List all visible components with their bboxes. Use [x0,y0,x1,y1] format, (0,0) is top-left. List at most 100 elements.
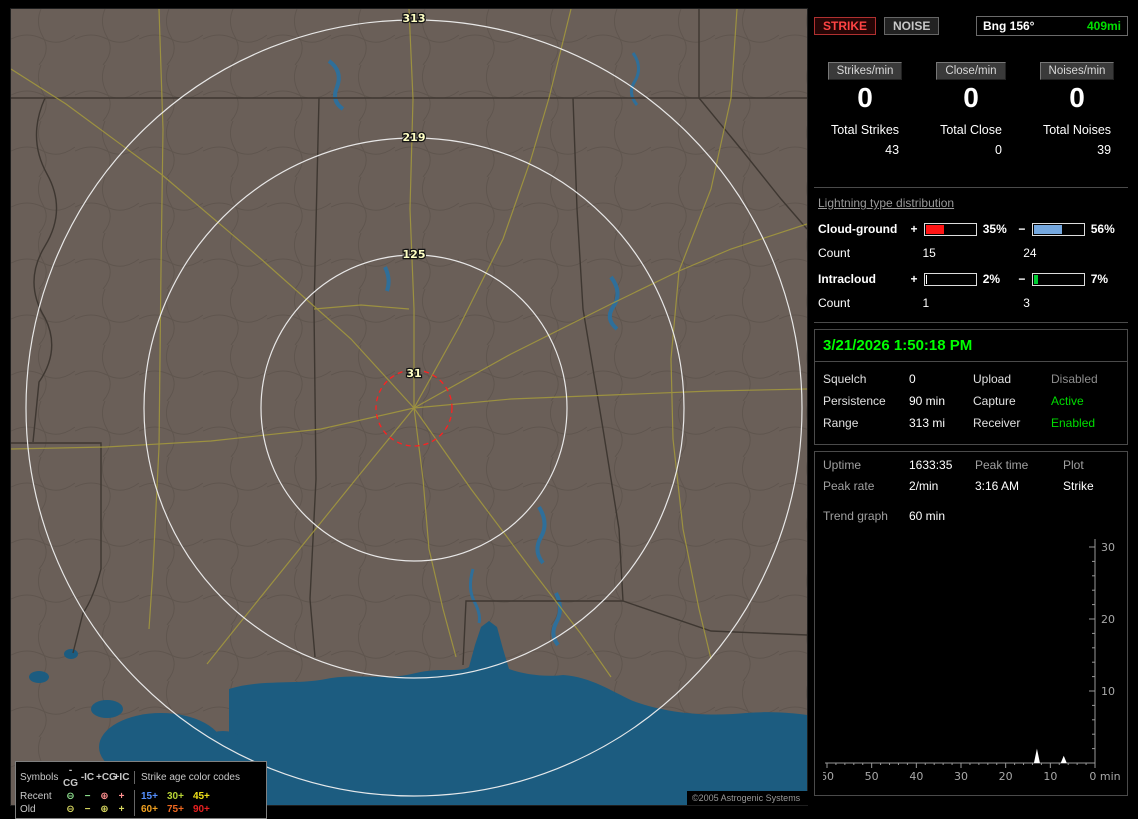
age-60: 60+ [141,804,158,815]
ncg-icon: ⊖ [66,791,75,802]
ncg-old-icon: ⊖ [66,804,75,815]
age-90: 90+ [192,804,210,815]
strikes-column: Strikes/min 0 Total Strikes 43 [812,62,918,157]
range-value: 313 mi [909,416,946,430]
legend-col-pcg: +CG [96,771,117,783]
cg-count-row: Count 15 24 [818,246,1124,260]
legend-col-nic: -IC [80,771,95,783]
legend-col-ncg: -CG [63,765,78,789]
pic-icon: + [118,791,125,802]
range-label: Range [823,416,859,430]
strike-legend: Symbols -CG -IC +CG +IC Strike age color… [15,761,267,819]
total-noises-label: Total Noises [1042,123,1112,137]
cloud-ground-row: Cloud-ground + 35% − 56% [818,222,1124,236]
peak-rate-value: 2/min [909,479,939,493]
legend-row-recent: Recent ⊖ − ⊕ + 15+ 30+ 45+ [20,790,262,803]
plus-sign: + [910,222,918,236]
legend-row-old: Old ⊖ − ⊕ + 60+ 75+ 90+ [20,803,262,816]
bearing-display: Bng 156° 409mi [976,16,1128,36]
legend-symbols-header: Symbols [20,771,59,783]
persistence-label: Persistence [823,394,886,408]
svg-text:20: 20 [1101,613,1115,626]
squelch-value: 0 [909,372,916,386]
trend-box: Uptime 1633:35 Peak time Plot Peak rate … [814,451,1128,796]
capture-value: Active [1051,394,1084,408]
ic-count-row: Count 1 3 [818,296,1124,310]
close-column: Close/min 0 Total Close 0 [918,62,1024,157]
ic-negative-pct: 7% [1090,272,1109,286]
map-image: 313 219 125 31 [11,9,807,805]
minus-sign: − [1018,272,1026,286]
legend-old-label: Old [20,804,36,815]
legend-age-header: Strike age color codes [134,770,262,784]
cg-count-label: Count [818,246,851,260]
lightning-distribution: Lightning type distribution Cloud-ground… [814,187,1128,323]
plot-value: Strike [1063,479,1094,493]
age-45: 45+ [192,791,210,802]
total-noises-value: 39 [1097,143,1112,157]
strikes-per-min-value: 0 [857,82,873,113]
trend-graph-window: 60 min [909,509,946,523]
svg-text:20: 20 [999,770,1013,783]
ic-positive-pct: 2% [982,272,1001,286]
svg-text:50: 50 [865,770,879,783]
close-per-min-button[interactable]: Close/min [936,62,1006,80]
age-75: 75+ [166,804,184,815]
cg-positive-pct: 35% [982,222,1007,236]
strikes-per-min-button[interactable]: Strikes/min [827,62,903,80]
intracloud-label: Intracloud [818,272,877,286]
nic-icon: − [84,791,91,802]
cg-negative-gauge [1031,222,1085,236]
status-grid: Squelch 0 Upload Disabled Persistence 90… [823,372,1119,430]
ic-negative-count: 3 [1023,296,1030,310]
total-close-label: Total Close [940,123,1002,137]
ic-negative-gauge [1031,272,1085,286]
svg-text:125: 125 [403,248,426,261]
cg-positive-count: 15 [922,246,936,260]
lightning-map[interactable]: 313 219 125 31 Symbols -CG -IC +CG +IC S… [10,8,812,819]
trend-graph-label: Trend graph [823,509,888,523]
pcg-old-icon: ⊕ [100,804,109,815]
svg-text:40: 40 [909,770,923,783]
svg-text:10: 10 [1101,685,1115,698]
svg-text:313: 313 [403,12,426,25]
legend-recent-label: Recent [20,791,52,802]
plot-label: Plot [1063,458,1084,472]
trend-chart: 10 20 30 0 min 10 20 30 40 50 60 [823,539,1121,783]
rate-counters: Strikes/min 0 Total Strikes 43 Close/min… [812,62,1130,157]
receiver-label: Receiver [973,416,1021,430]
plus-sign: + [910,272,918,286]
svg-text:31: 31 [406,367,421,380]
age-30: 30+ [166,791,184,802]
noise-toggle-button[interactable]: NOISE [884,17,940,35]
strike-toggle-button[interactable]: STRIKE [814,17,877,35]
squelch-label: Squelch [823,372,867,386]
svg-text:0 min: 0 min [1089,770,1120,783]
upload-value: Disabled [1051,372,1098,386]
nic-old-icon: − [84,804,91,815]
distribution-title: Lightning type distribution [818,196,955,210]
bearing-label: Bng 156° [983,19,1035,33]
peak-time-value: 3:16 AM [975,479,1020,493]
persistence-value: 90 min [909,394,946,408]
pcg-icon: ⊕ [100,791,109,802]
receiver-value: Enabled [1051,416,1096,430]
cg-negative-count: 24 [1023,246,1037,260]
receiver-status-box: 3/21/2026 1:50:18 PM Squelch 0 Upload Di… [814,329,1128,445]
ic-count-label: Count [818,296,851,310]
copyright-text: ©2005 Astrogenic Systems [687,791,812,805]
ic-positive-gauge [923,272,977,286]
svg-text:219: 219 [403,131,426,144]
cg-positive-gauge [923,222,977,236]
peak-time-label: Peak time [975,458,1029,472]
intracloud-row: Intracloud + 2% − 7% [818,272,1124,286]
status-panel: STRIKE NOISE Bng 156° 409mi Strikes/min … [812,8,1130,804]
divider [815,361,1127,362]
trend-info-grid: Uptime 1633:35 Peak time Plot Peak rate … [823,458,1119,493]
svg-text:10: 10 [1043,770,1057,783]
noises-column: Noises/min 0 Total Noises 39 [1024,62,1130,157]
svg-text:60: 60 [823,770,834,783]
pic-old-icon: + [118,804,125,815]
noises-per-min-button[interactable]: Noises/min [1039,62,1115,80]
minus-sign: − [1018,222,1026,236]
